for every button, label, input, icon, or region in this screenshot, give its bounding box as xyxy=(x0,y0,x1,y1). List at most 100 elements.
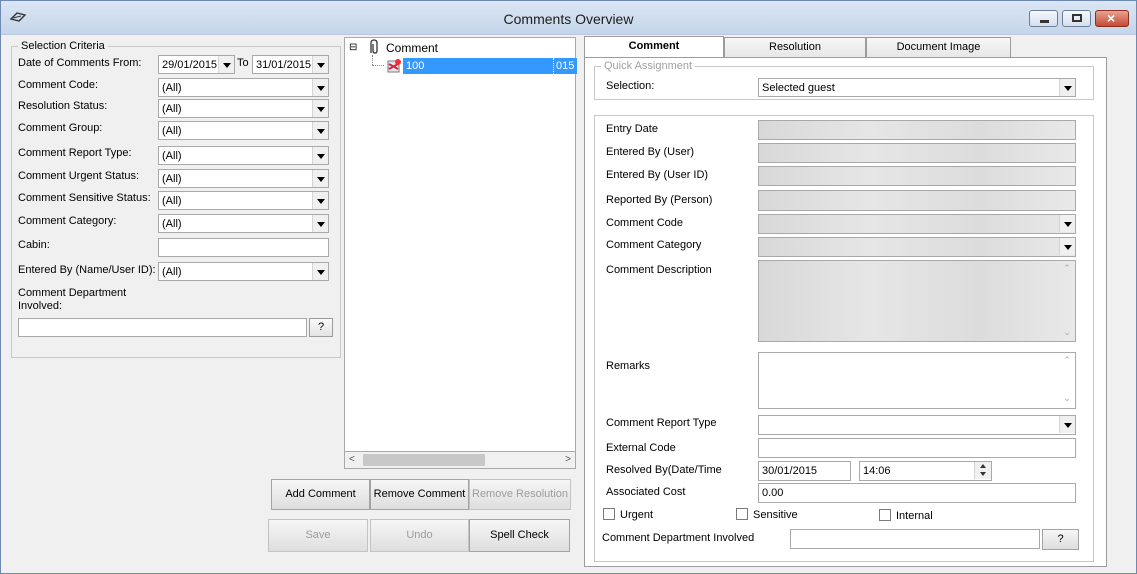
comment-description-label: Comment Description xyxy=(606,264,712,276)
remove-resolution-button[interactable]: Remove Resolution xyxy=(469,479,571,510)
department-label-line1: Comment Department xyxy=(18,287,127,299)
resolved-date-input[interactable]: 30/01/2015 xyxy=(758,461,851,481)
selection-dropdown-icon[interactable] xyxy=(1059,79,1075,96)
comment-sensitive-status-combo[interactable]: (All) xyxy=(158,191,329,210)
tree-expander-icon[interactable]: ⊟ xyxy=(349,42,357,53)
resolution-status-dropdown-icon[interactable] xyxy=(312,100,328,117)
comment-report-type-combo[interactable]: (All) xyxy=(158,146,329,165)
comment-code-combo[interactable]: (All) xyxy=(158,78,329,97)
tab-document-image[interactable]: Document Image xyxy=(866,37,1011,58)
minimize-button[interactable] xyxy=(1029,10,1058,27)
tab-resolution[interactable]: Resolution xyxy=(724,37,866,58)
associated-cost-input[interactable]: 0.00 xyxy=(758,483,1076,503)
reported-by-input[interactable] xyxy=(758,190,1076,211)
add-comment-label: Add Comment xyxy=(285,488,356,500)
comment-report-type-dropdown-icon[interactable] xyxy=(312,147,328,164)
close-button[interactable]: × xyxy=(1095,10,1129,27)
urgent-checkbox[interactable] xyxy=(603,508,615,520)
tree-root-label[interactable]: Comment xyxy=(386,41,438,55)
date-from-picker[interactable]: 29/01/2015 xyxy=(158,55,235,74)
remarks-label: Remarks xyxy=(606,360,651,372)
comment-category-combo[interactable] xyxy=(758,237,1076,257)
resolved-time-input[interactable]: 14:06 xyxy=(859,461,992,481)
resolved-date-value: 30/01/2015 xyxy=(762,465,818,477)
comment-sensitive-status-value: (All) xyxy=(162,195,182,207)
comment-description-textarea[interactable]: ⌃ ⌄ xyxy=(758,260,1076,342)
comment-tab-panel: Quick Assignment Selection: Selected gue… xyxy=(584,57,1107,567)
internal-checkbox[interactable] xyxy=(879,509,891,521)
scroll-thumb[interactable] xyxy=(363,454,485,466)
description-scroll-up-icon[interactable]: ⌃ xyxy=(1060,263,1074,274)
add-comment-button[interactable]: Add Comment xyxy=(271,479,370,510)
spell-check-label: Spell Check xyxy=(490,529,549,541)
date-from-label: Date of Comments From: xyxy=(18,57,142,69)
comment-category-combo[interactable]: (All) xyxy=(158,214,329,233)
undo-label: Undo xyxy=(406,529,433,541)
department-involved-lookup-button[interactable]: ? xyxy=(1042,529,1079,550)
comment-category-dropdown-icon[interactable] xyxy=(312,215,328,232)
comment-category-label: Comment Category: xyxy=(18,215,117,227)
sensitive-checkbox[interactable] xyxy=(736,508,748,520)
report-type-label: Comment Report Type xyxy=(606,417,717,429)
date-to-dropdown-icon[interactable] xyxy=(312,56,328,73)
department-lookup-button[interactable]: ? xyxy=(309,318,333,337)
tree-connector xyxy=(372,55,373,65)
undo-button[interactable]: Undo xyxy=(370,519,469,552)
comment-code-dropdown-icon[interactable] xyxy=(312,79,328,96)
remarks-textarea[interactable]: ⌃ ⌄ xyxy=(758,352,1076,409)
title-bar[interactable]: Comments Overview × xyxy=(1,1,1136,35)
entry-date-label: Entry Date xyxy=(606,123,658,135)
date-to-picker[interactable]: 31/01/2015 xyxy=(252,55,329,74)
sensitive-label: Sensitive xyxy=(753,509,798,521)
window-title: Comments Overview xyxy=(503,11,634,27)
comment-code-combo[interactable] xyxy=(758,214,1076,234)
tree-item-selected[interactable]: 100 015 xyxy=(403,58,577,74)
report-type-dropdown-icon[interactable] xyxy=(1059,416,1075,433)
cabin-input[interactable] xyxy=(158,238,329,257)
close-icon: × xyxy=(1107,10,1116,26)
maximize-icon xyxy=(1072,14,1082,22)
comment-category-value: (All) xyxy=(162,218,182,230)
selection-combo[interactable]: Selected guest xyxy=(758,78,1076,97)
save-button[interactable]: Save xyxy=(268,519,368,552)
entered-by-user-id-field xyxy=(758,166,1076,186)
date-from-dropdown-icon[interactable] xyxy=(218,56,234,73)
external-code-input[interactable] xyxy=(758,438,1076,458)
scroll-right-icon[interactable]: > xyxy=(565,454,571,465)
time-spinner-icon[interactable] xyxy=(974,462,991,479)
maximize-button[interactable] xyxy=(1062,10,1091,27)
department-input[interactable] xyxy=(18,318,307,337)
comment-urgent-status-dropdown-icon[interactable] xyxy=(312,170,328,187)
remarks-scroll-down-icon[interactable]: ⌄ xyxy=(1060,393,1074,404)
scroll-left-icon[interactable]: < xyxy=(349,454,355,465)
comment-code-dropdown-icon[interactable] xyxy=(1059,215,1075,232)
comment-group-dropdown-icon[interactable] xyxy=(312,122,328,139)
comment-sensitive-status-dropdown-icon[interactable] xyxy=(312,192,328,209)
spell-check-button[interactable]: Spell Check xyxy=(469,519,570,552)
urgent-label: Urgent xyxy=(620,509,654,521)
comment-group-combo[interactable]: (All) xyxy=(158,121,329,140)
entered-by-combo[interactable]: (All) xyxy=(158,262,329,281)
remarks-scroll-up-icon[interactable]: ⌃ xyxy=(1060,355,1074,366)
comment-sensitive-status-label: Comment Sensitive Status: xyxy=(18,192,151,204)
report-type-combo[interactable] xyxy=(758,415,1076,435)
department-involved-input[interactable] xyxy=(790,529,1040,549)
description-scroll-down-icon[interactable]: ⌄ xyxy=(1060,327,1074,338)
internal-label: Internal xyxy=(896,510,933,522)
comment-category-dropdown-icon[interactable] xyxy=(1059,238,1075,255)
resolution-status-value: (All) xyxy=(162,103,182,115)
entered-by-value: (All) xyxy=(162,266,182,278)
comment-tree[interactable]: ⊟ Comment 100 015 xyxy=(344,37,577,469)
entered-by-dropdown-icon[interactable] xyxy=(312,263,328,280)
selection-value: Selected guest xyxy=(762,82,835,94)
tree-connector-h xyxy=(372,65,384,66)
entered-by-user-label: Entered By (User) xyxy=(606,146,695,158)
comment-urgent-status-combo[interactable]: (All) xyxy=(158,169,329,188)
selection-label: Selection: xyxy=(606,80,655,92)
resolution-status-label: Resolution Status: xyxy=(18,100,108,112)
remove-comment-button[interactable]: Remove Comment xyxy=(370,479,469,510)
resolved-time-value: 14:06 xyxy=(863,465,891,477)
associated-cost-label: Associated Cost xyxy=(606,486,686,498)
tree-horizontal-scrollbar[interactable]: < > xyxy=(344,451,576,469)
resolution-status-combo[interactable]: (All) xyxy=(158,99,329,118)
